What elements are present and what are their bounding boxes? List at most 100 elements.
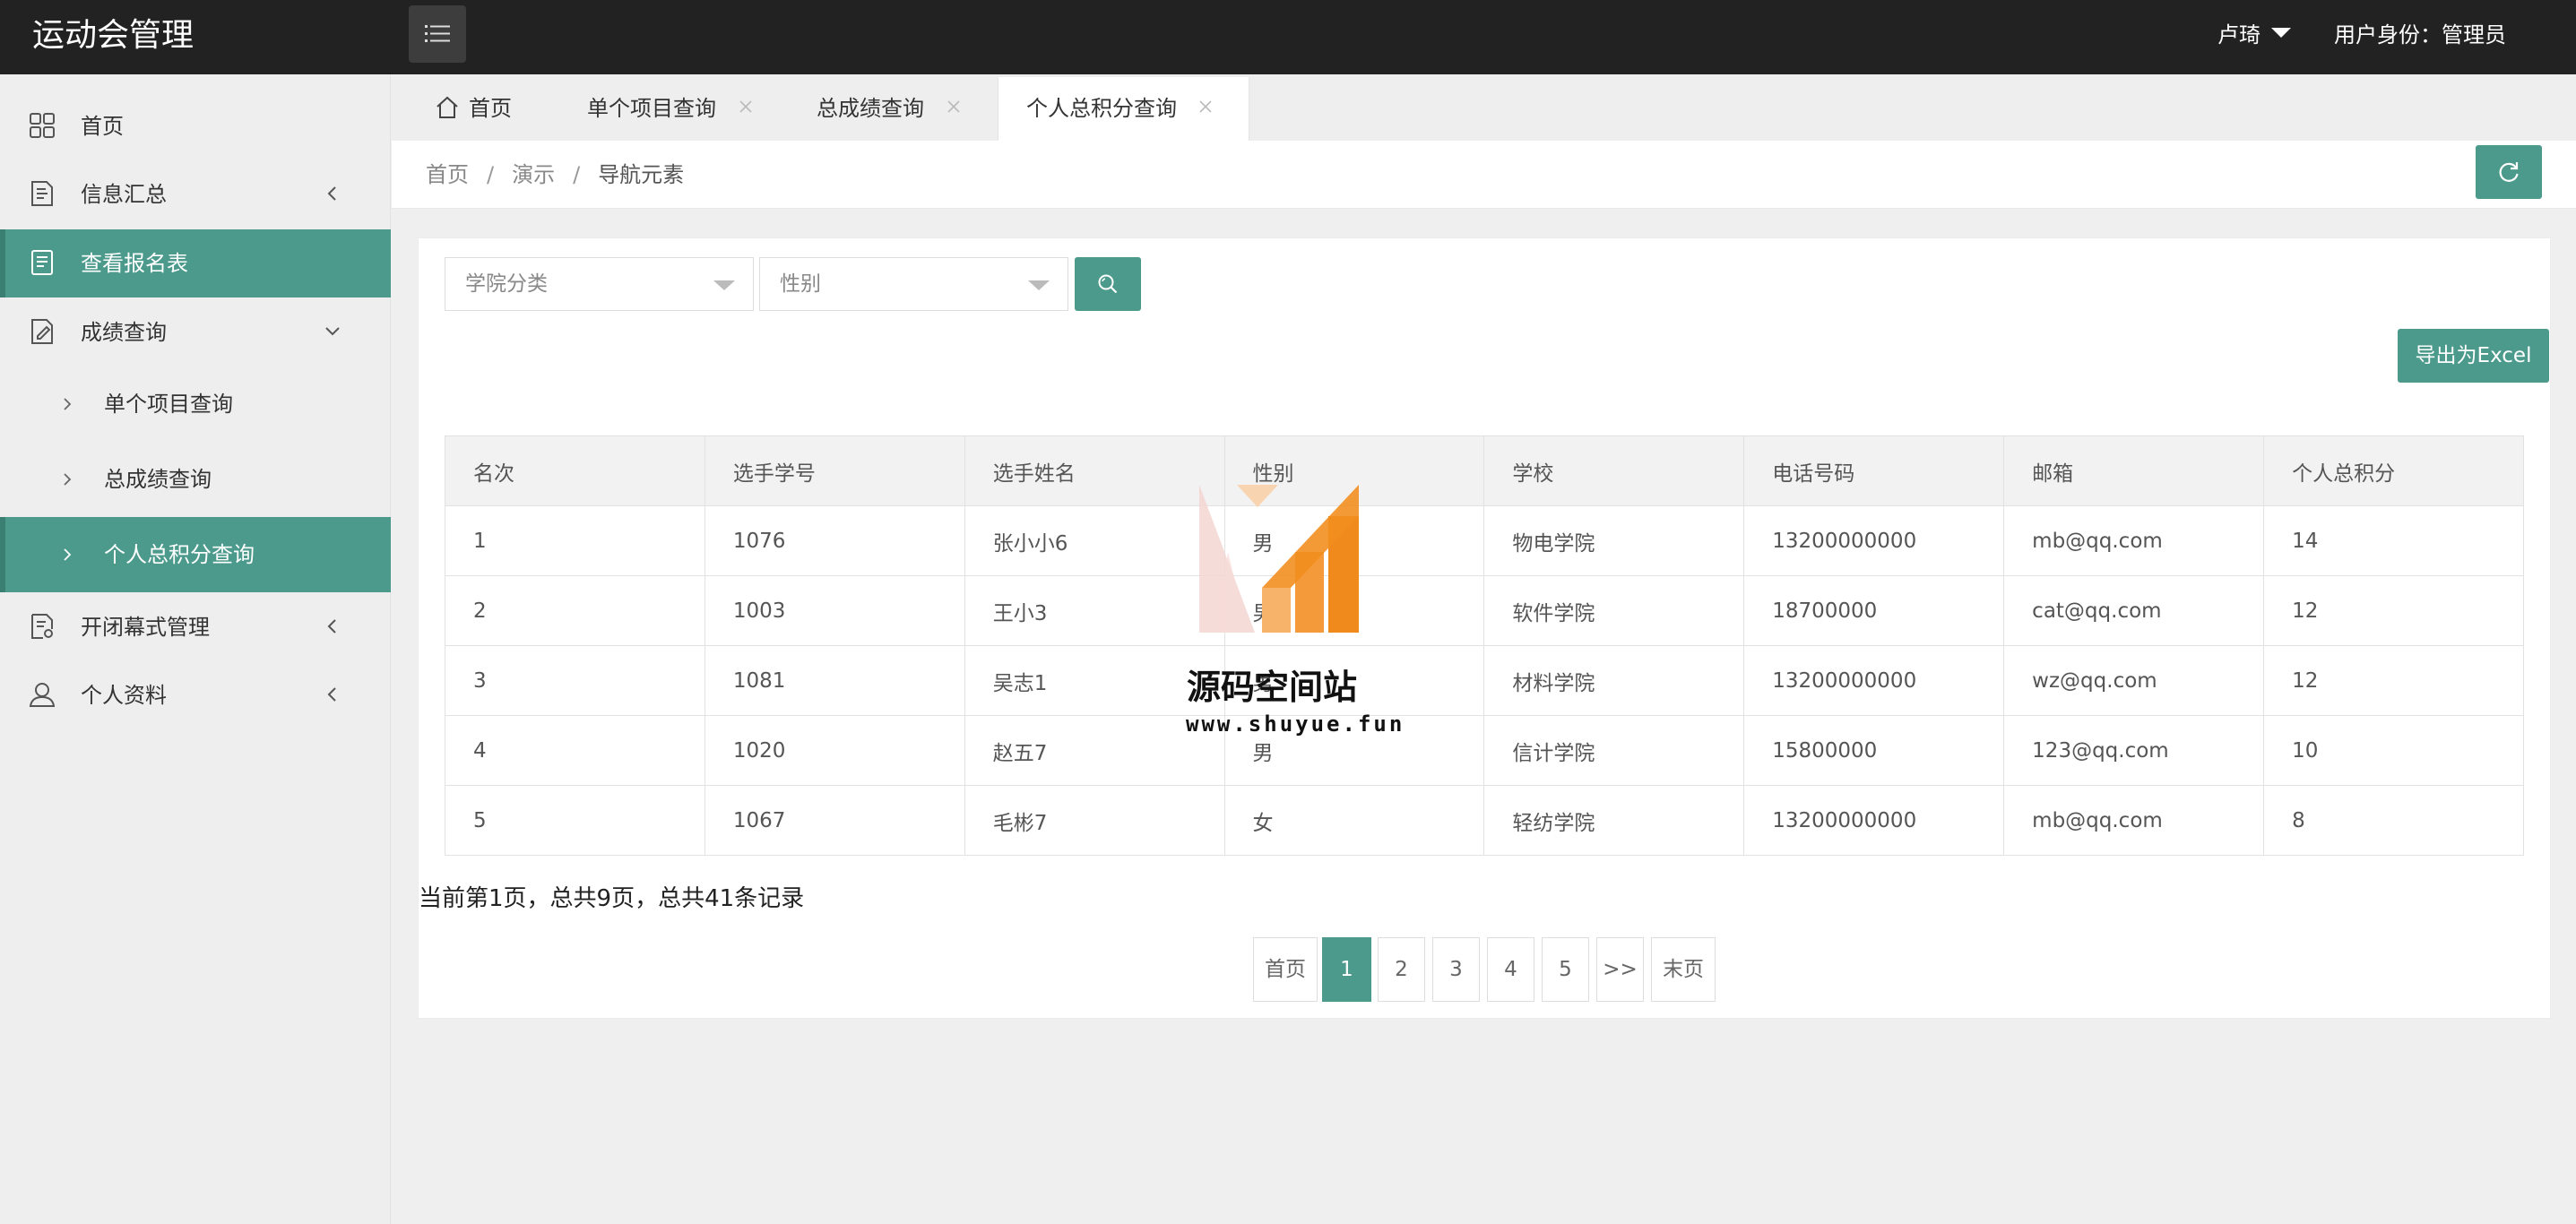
sidebar-item-registrations[interactable]: 查看报名表	[0, 229, 391, 297]
form-icon	[31, 250, 53, 275]
table-row: 4 1020 赵五7 男 信计学院 15800000 123@qq.com 10	[445, 715, 2524, 786]
table-row: 1 1076 张小小6 男 物电学院 13200000000 mb@qq.com…	[445, 505, 2524, 576]
user-icon	[29, 683, 56, 707]
page-button-current[interactable]: 1	[1322, 937, 1371, 1002]
breadcrumb-item[interactable]: 首页	[426, 162, 469, 187]
sidebar-item-score-query[interactable]: 成绩查询	[0, 298, 391, 366]
tab-total-score[interactable]: 总成绩查询	[817, 77, 996, 141]
close-icon[interactable]	[946, 99, 962, 115]
close-icon[interactable]	[738, 99, 754, 115]
export-excel-button[interactable]: 导出为Excel	[2398, 329, 2549, 383]
page-button[interactable]: 4	[1487, 937, 1534, 1002]
column-header: 学校	[1483, 435, 1745, 506]
sidebar-subitem-personal-points[interactable]: 个人总积分查询	[0, 517, 391, 592]
tab-label: 总成绩查询	[817, 96, 924, 121]
breadcrumb-separator: /	[487, 162, 495, 187]
watermark-text: 源码空间站	[1187, 668, 1358, 707]
sidebar-subitem-total-score[interactable]: 总成绩查询	[0, 442, 391, 517]
table-row: 3 1081 吴志1 男 材料学院 13200000000 wz@qq.com …	[445, 645, 2524, 716]
sidebar-item-label: 查看报名表	[81, 251, 188, 276]
chevron-down-icon	[325, 327, 340, 336]
tab-label: 单个项目查询	[587, 96, 716, 121]
sidebar-subitem-single-event[interactable]: 单个项目查询	[0, 366, 391, 442]
table-cell: 1	[445, 505, 705, 576]
column-header: 名次	[445, 435, 705, 506]
table-row: 2 1003 王小3 男 软件学院 18700000 cat@qq.com 12	[445, 575, 2524, 646]
table-cell: mb@qq.com	[2003, 505, 2265, 576]
watermark-logo	[1199, 485, 1359, 633]
tab-personal-points[interactable]: 个人总积分查询	[998, 77, 1249, 141]
sidebar-item-info-summary[interactable]: 信息汇总	[0, 160, 391, 228]
college-select[interactable]: 学院分类	[445, 257, 754, 311]
table-cell: wz@qq.com	[2003, 645, 2265, 716]
list-icon	[425, 25, 450, 42]
table-cell: 14	[2263, 505, 2524, 576]
search-icon	[1098, 274, 1118, 294]
user-role: 用户身份：管理员	[2334, 22, 2506, 47]
caret-down-icon	[713, 280, 735, 290]
app-title: 运动会管理	[32, 17, 194, 54]
table-cell: 10	[2263, 715, 2524, 786]
page-last-button[interactable]: 末页	[1651, 937, 1716, 1002]
table-cell: 1076	[704, 505, 965, 576]
table-cell: mb@qq.com	[2003, 785, 2265, 856]
table-cell: 轻纺学院	[1483, 785, 1745, 856]
tab-label: 个人总积分查询	[1026, 96, 1177, 121]
sidebar-item-ceremony[interactable]: 开闭幕式管理	[0, 593, 391, 661]
sidebar-item-label: 首页	[81, 114, 124, 139]
tab-single-event[interactable]: 单个项目查询	[587, 77, 784, 141]
table-cell: 3	[445, 645, 705, 716]
results-table: 名次 选手学号 选手姓名 性别 学校 电话号码 邮箱 个人总积分 1 1076 …	[445, 435, 2524, 856]
table-header-row: 名次 选手学号 选手姓名 性别 学校 电话号码 邮箱 个人总积分	[445, 435, 2524, 506]
sidebar-item-label: 成绩查询	[81, 320, 167, 345]
page-button[interactable]: 5	[1542, 937, 1589, 1002]
menu-toggle-button[interactable]	[409, 5, 466, 63]
breadcrumb-bar: 首页 / 演示 / 导航元素	[392, 141, 2576, 209]
table-cell: 123@qq.com	[2003, 715, 2265, 786]
table-cell: 2	[445, 575, 705, 646]
breadcrumb-item[interactable]: 演示	[512, 162, 555, 187]
top-header: 运动会管理 卢琦 用户身份：管理员	[0, 0, 2576, 74]
sidebar-item-label: 开闭幕式管理	[81, 615, 210, 640]
table-cell: 18700000	[1743, 575, 2005, 646]
close-icon[interactable]	[1197, 99, 1214, 115]
gender-select-placeholder: 性别	[780, 272, 821, 296]
page-button[interactable]: 2	[1378, 937, 1425, 1002]
table-cell: 材料学院	[1483, 645, 1745, 716]
chevron-right-icon	[64, 473, 72, 486]
grid-icon	[30, 113, 55, 138]
table-cell: 4	[445, 715, 705, 786]
tab-label: 首页	[469, 96, 512, 121]
tab-home[interactable]: 首页	[435, 77, 533, 141]
table-cell: 12	[2263, 575, 2524, 646]
column-header: 选手学号	[704, 435, 965, 506]
user-dropdown[interactable]: 卢琦	[2217, 0, 2291, 72]
table-cell: 12	[2263, 645, 2524, 716]
table-cell: 15800000	[1743, 715, 2005, 786]
page-next-button[interactable]: >>	[1596, 937, 1644, 1002]
refresh-button[interactable]	[2476, 145, 2542, 199]
sidebar-item-home[interactable]: 首页	[0, 92, 391, 160]
table-cell: 毛彬7	[964, 785, 1225, 856]
column-header: 邮箱	[2003, 435, 2265, 506]
search-button[interactable]	[1075, 257, 1141, 311]
table-cell: 1067	[704, 785, 965, 856]
refresh-icon	[2499, 162, 2519, 182]
table-cell: 8	[2263, 785, 2524, 856]
sidebar-subitem-label: 单个项目查询	[104, 392, 233, 417]
user-name: 卢琦	[2217, 22, 2260, 47]
sidebar-item-profile[interactable]: 个人资料	[0, 661, 391, 729]
gender-select[interactable]: 性别	[759, 257, 1068, 311]
table-cell: 1081	[704, 645, 965, 716]
college-select-placeholder: 学院分类	[465, 272, 548, 296]
table-cell: 物电学院	[1483, 505, 1745, 576]
page-first-button[interactable]: 首页	[1253, 937, 1318, 1002]
sidebar-subitem-label: 个人总积分查询	[104, 542, 255, 567]
sidebar-subitem-label: 总成绩查询	[104, 467, 212, 492]
page-button[interactable]: 3	[1432, 937, 1480, 1002]
table-cell: 1003	[704, 575, 965, 646]
table-cell: 1020	[704, 715, 965, 786]
table-cell: 信计学院	[1483, 715, 1745, 786]
breadcrumb: 首页 / 演示 / 导航元素	[426, 141, 684, 209]
breadcrumb-current: 导航元素	[598, 162, 685, 187]
